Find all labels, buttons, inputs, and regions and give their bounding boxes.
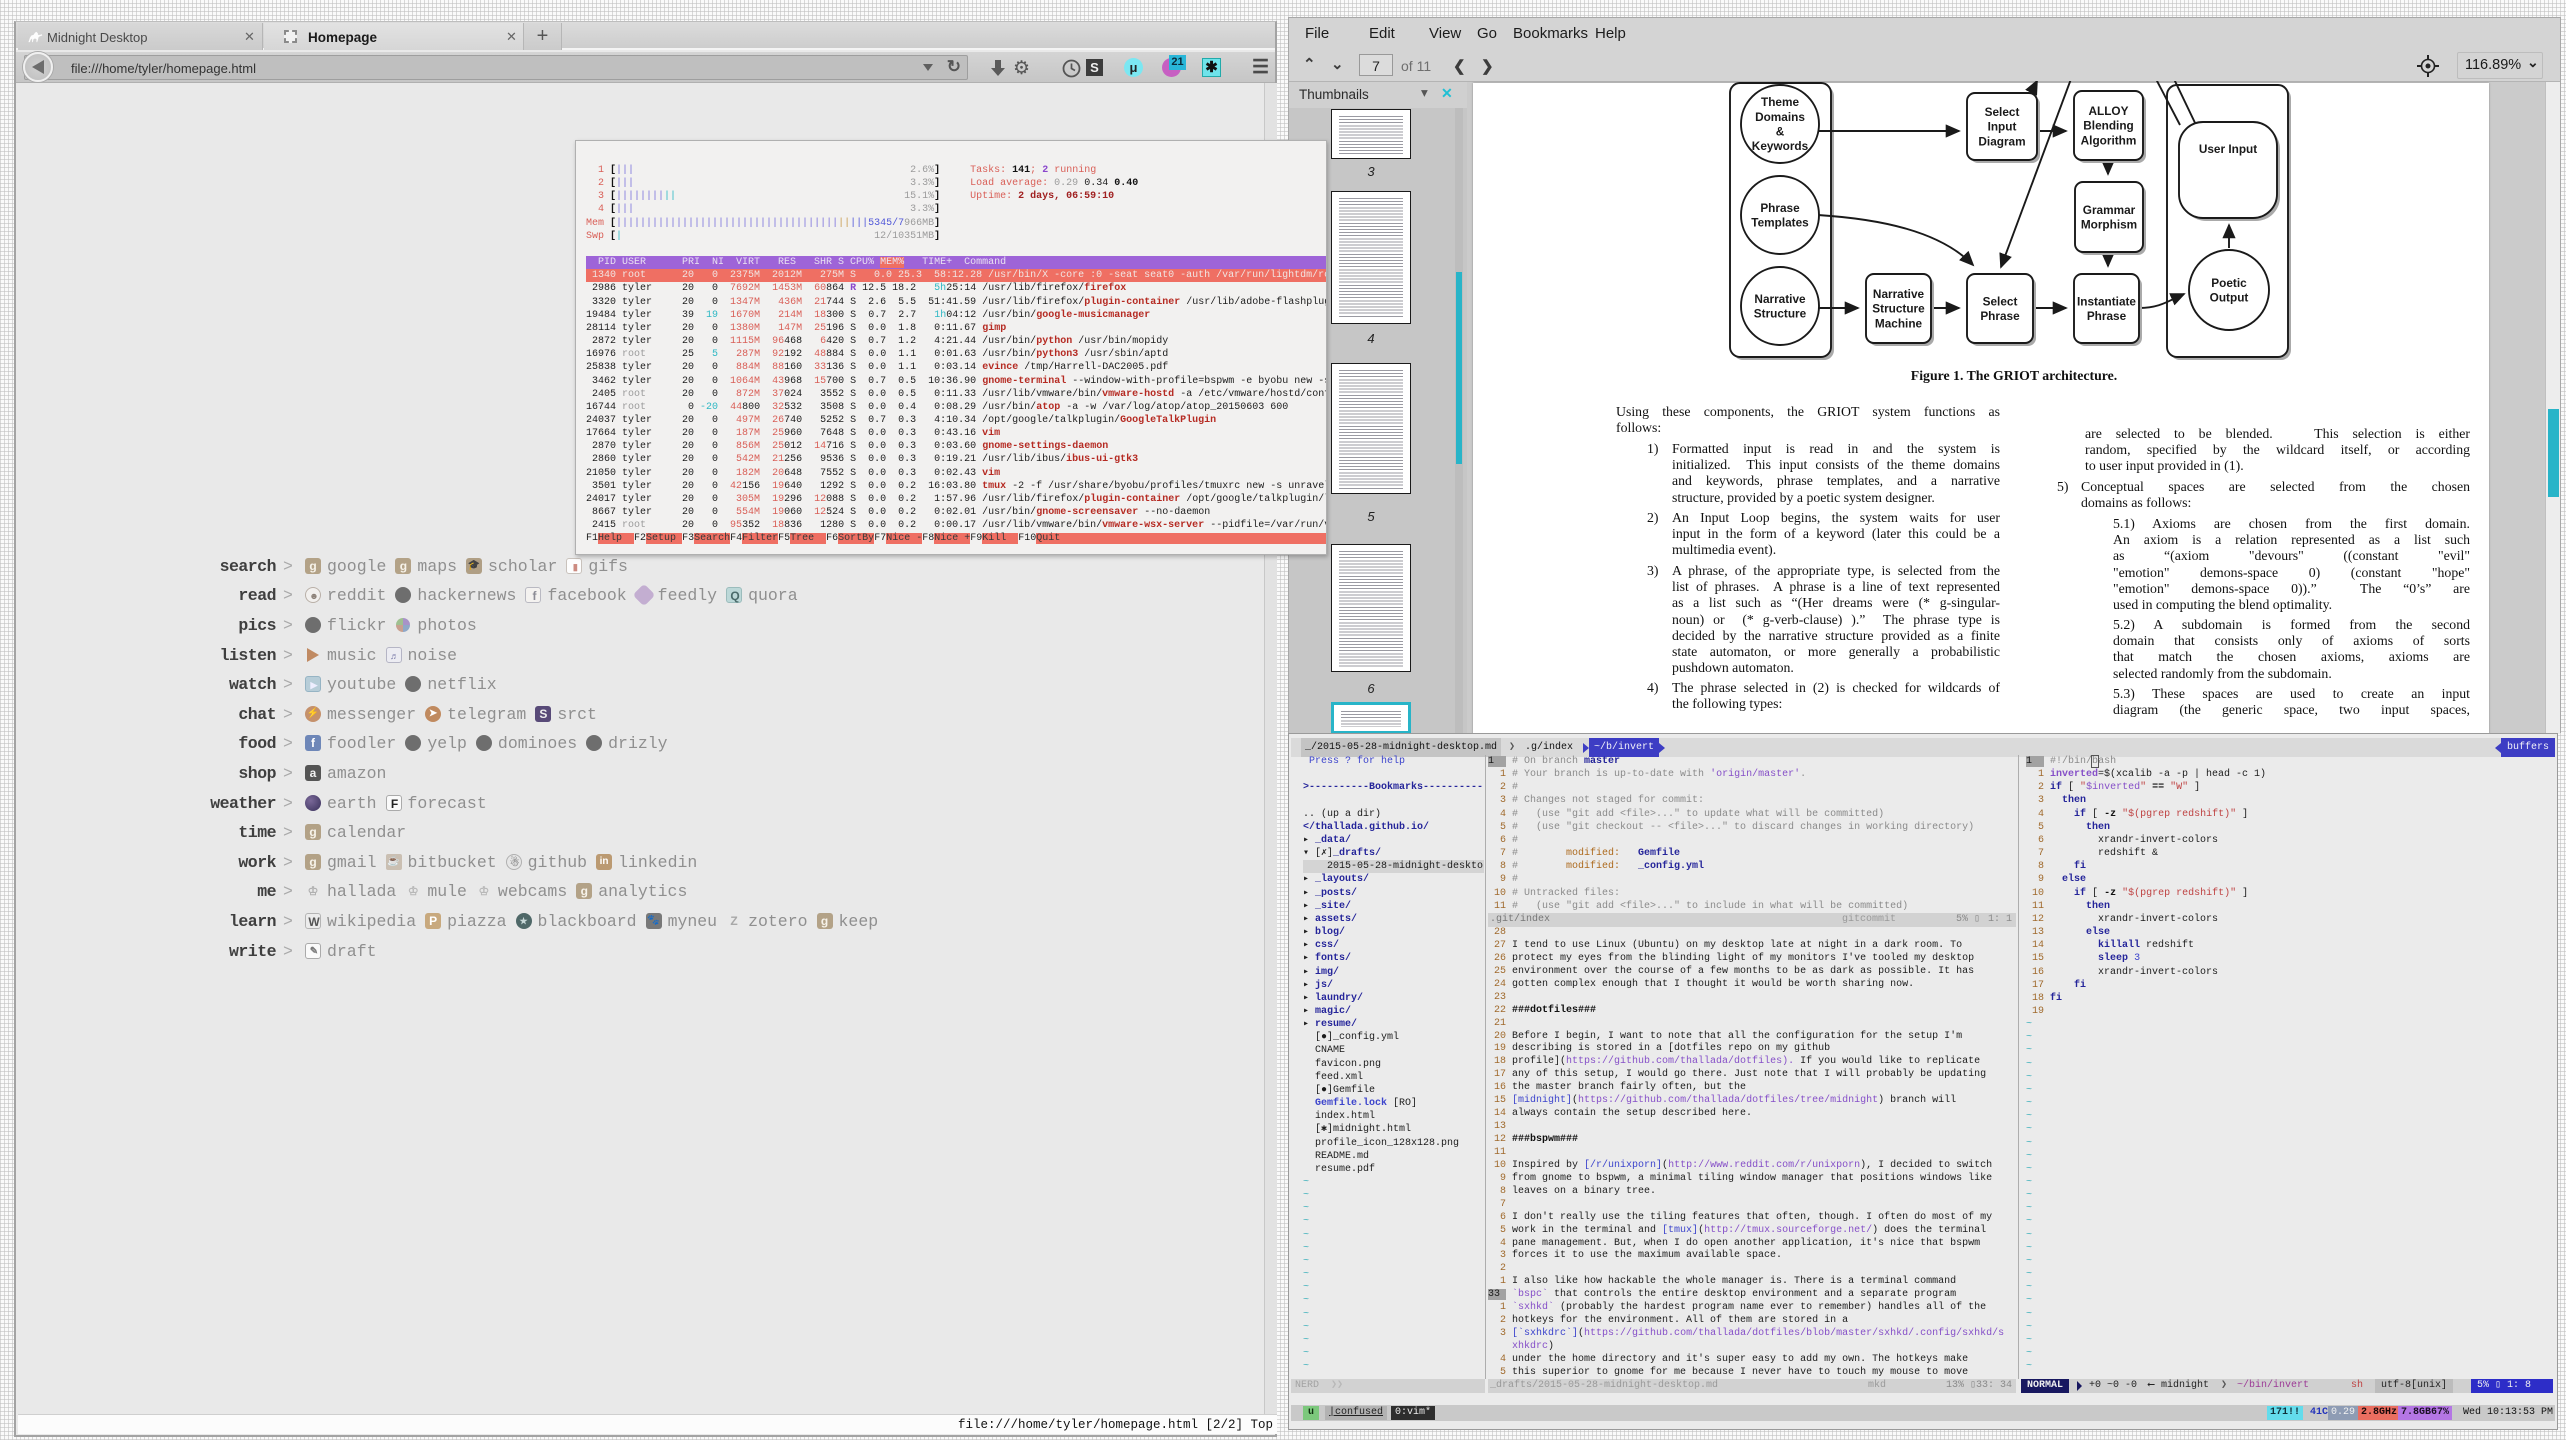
svg-text:Morphism: Morphism [2081,217,2137,231]
svg-text:ALLOY: ALLOY [2089,104,2129,118]
svg-text:Phrase: Phrase [1760,201,1800,215]
svg-text:Theme: Theme [1761,95,1799,109]
svg-text:Select: Select [1985,105,2020,119]
svg-text:Templates: Templates [1751,215,1809,229]
svg-text:Keywords: Keywords [1752,139,1809,153]
svg-text:Narrative: Narrative [1873,287,1925,301]
svg-text:Structure: Structure [1872,302,1925,316]
svg-text:Domains: Domains [1755,110,1805,124]
svg-text:Diagram: Diagram [1978,134,2025,148]
svg-text:Output: Output [2210,290,2249,304]
svg-text:Select: Select [1983,294,2018,308]
svg-text:Blending: Blending [2083,119,2133,133]
svg-text:Machine: Machine [1875,316,1923,330]
svg-text:Narrative: Narrative [1754,292,1806,306]
svg-text:&: & [1776,124,1785,138]
svg-text:Grammar: Grammar [2083,203,2136,217]
svg-text:Algorithm: Algorithm [2081,133,2137,147]
svg-text:User Input: User Input [2199,142,2257,156]
svg-text:Instantiate: Instantiate [2077,294,2136,308]
svg-text:Phrase: Phrase [1980,309,2020,323]
svg-text:Phrase: Phrase [2087,309,2127,323]
svg-text:Input: Input [1988,120,2017,134]
svg-text:Structure: Structure [1754,306,1807,320]
svg-text:Poetic: Poetic [2211,276,2247,290]
